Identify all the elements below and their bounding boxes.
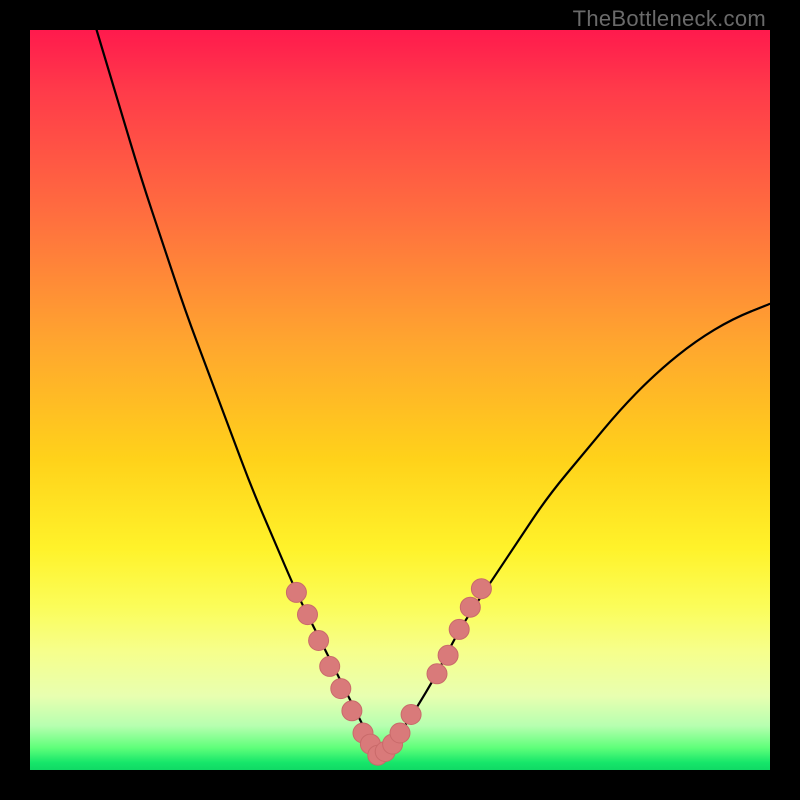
plot-area bbox=[30, 30, 770, 770]
marker-dot bbox=[286, 582, 306, 602]
chart-frame: TheBottleneck.com bbox=[0, 0, 800, 800]
marker-dot bbox=[298, 605, 318, 625]
marker-dot bbox=[320, 656, 340, 676]
curve-layer bbox=[30, 30, 770, 770]
watermark-text: TheBottleneck.com bbox=[573, 6, 766, 32]
marker-dot bbox=[390, 723, 410, 743]
marker-dot bbox=[331, 679, 351, 699]
bottleneck-curve bbox=[97, 30, 770, 753]
marker-dot bbox=[460, 597, 480, 617]
marker-dot bbox=[438, 645, 458, 665]
marker-dot bbox=[471, 579, 491, 599]
marker-dot bbox=[309, 631, 329, 651]
marker-dot bbox=[427, 664, 447, 684]
marker-dot bbox=[449, 619, 469, 639]
highlight-markers bbox=[286, 579, 491, 766]
marker-dot bbox=[401, 705, 421, 725]
marker-dot bbox=[342, 701, 362, 721]
